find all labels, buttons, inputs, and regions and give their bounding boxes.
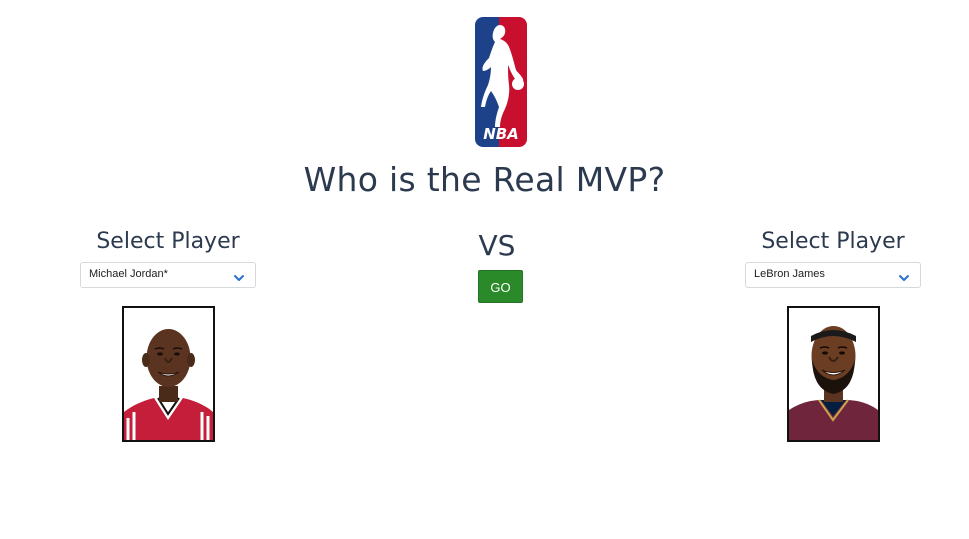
player1-select-heading: Select Player (96, 229, 240, 254)
page: NBA Who is the Real MVP? Select Player M… (0, 0, 969, 539)
page-title: Who is the Real MVP? (303, 160, 666, 199)
vs-label: VS (478, 229, 516, 262)
chevron-down-icon (898, 270, 910, 281)
go-button[interactable]: GO (478, 270, 523, 303)
player2-selected-value: LeBron James (754, 268, 825, 280)
player2-photo (787, 306, 880, 442)
player2-select-heading: Select Player (761, 229, 905, 254)
nba-logo-icon: NBA (473, 15, 529, 149)
svg-text:NBA: NBA (483, 125, 519, 143)
chevron-down-icon (233, 270, 245, 281)
player2-select[interactable]: LeBron James (745, 262, 921, 288)
player1-select[interactable]: Michael Jordan* (80, 262, 256, 288)
player1-photo (122, 306, 215, 442)
player1-selected-value: Michael Jordan* (89, 268, 168, 280)
